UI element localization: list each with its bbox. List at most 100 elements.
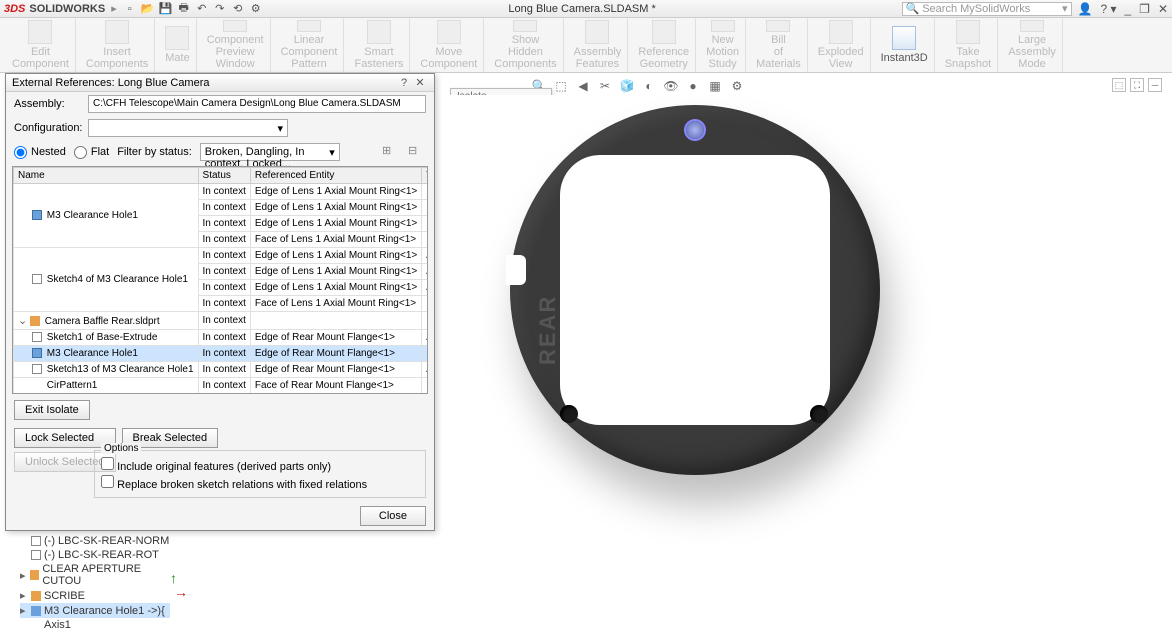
feature-tree-item[interactable]: Axis1 [20,618,170,632]
viewport-corner: ⬚ ⛶ － [1112,78,1162,92]
ribbon-reference-geometry[interactable]: ReferenceGeometry [632,18,696,72]
table-row[interactable]: Sketch13 of M3 Clearance Hole1In context… [14,362,429,378]
options-legend: Options [101,443,141,454]
ribbon-insert-components[interactable]: InsertComponents [80,18,155,72]
table-row[interactable]: Sketch4 of M3 Clearance Hole1In contextE… [14,248,429,264]
feature-tree-item[interactable]: (-) LBC-SK-REAR-ROT [20,548,170,562]
save-icon[interactable]: 💾 [159,2,173,16]
chevron-down-icon: ▾ [277,122,283,134]
ribbon-linear-component-pattern[interactable]: LinearComponentPattern [275,18,345,72]
dialog-help-icon[interactable]: ? [396,77,412,89]
dialog-close-icon[interactable]: ✕ [412,76,428,89]
ribbon-new-motion-study[interactable]: NewMotionStudy [700,18,746,72]
col-referenced-entity[interactable]: Referenced Entity [250,168,421,184]
col-name[interactable]: Name [14,168,199,184]
include-original-checkbox[interactable] [101,457,114,470]
view-settings-icon[interactable]: ⚙ [728,78,746,94]
collapse-all-icon[interactable]: ⊟ [408,144,426,160]
feature-tree-item[interactable]: (-) LBC-SK-REAR-NORM [20,534,170,548]
ribbon-take-snapshot[interactable]: TakeSnapshot [939,18,998,72]
quick-access-toolbar: ▫ 📂 💾 🖶 ↶ ↷ ⟲ ⚙ [123,2,263,16]
rear-text-engraving: REAR [535,295,561,365]
search-field[interactable]: 🔍 Search MySolidWorks ▾ [902,2,1072,16]
table-row[interactable]: CirPattern1In contextFace of Rear Mount … [14,378,429,394]
app-logo: 3DS [4,3,25,15]
ribbon-large-assembly-mode[interactable]: LargeAssemblyMode [1002,18,1063,72]
hole-bottom-right[interactable] [810,405,828,423]
options-icon[interactable]: ⚙ [249,2,263,16]
ribbon-component-preview-window[interactable]: ComponentPreviewWindow [201,18,271,72]
expand-all-icon[interactable]: ⊞ [382,144,400,160]
replace-broken-checkbox[interactable] [101,475,114,488]
recent-dropdown[interactable]: ▸ [111,2,117,15]
open-icon[interactable]: 📂 [141,2,155,16]
command-ribbon: EditComponentInsertComponentsMateCompone… [0,18,1172,73]
exit-isolate-button[interactable]: Exit Isolate [14,400,90,420]
selected-hole[interactable] [686,121,704,139]
user-icon[interactable]: 👤 [1078,2,1093,16]
ribbon-bill-of-materials[interactable]: BillofMaterials [750,18,808,72]
search-icon: 🔍 [906,2,920,15]
ribbon-instant3d[interactable]: Instant3D [875,18,935,72]
ribbon-exploded-view[interactable]: ExplodedView [812,18,871,72]
external-references-dialog: External References: Long Blue Camera ? … [5,73,435,531]
full-screen-icon[interactable]: ⛶ [1130,78,1144,92]
section-icon[interactable]: ✂ [596,78,614,94]
table-row[interactable]: M3 Clearance Hole1In contextEdge of Lens… [14,184,429,200]
assembly-label: Assembly: [14,98,84,110]
feature-tree-item[interactable]: ▸CLEAR APERTURE CUTOU [20,562,170,588]
table-row[interactable]: Sketch1 of Base-ExtrudeIn contextEdge of… [14,330,429,346]
collapse-icon[interactable]: － [1148,78,1162,92]
table-row[interactable]: ⌄ Camera Baffle Rear.sldprtIn context [14,312,429,330]
dialog-title: External References: Long Blue Camera [12,77,396,89]
col-status[interactable]: Status [198,168,250,184]
prev-view-icon[interactable]: ◀ [574,78,592,94]
document-title: Long Blue Camera.SLDASM * [263,3,902,15]
close-dialog-button[interactable]: Close [360,506,426,526]
flat-radio[interactable] [74,146,87,159]
close-app-icon[interactable]: ✕ [1158,2,1168,16]
part-model[interactable]: REAR [510,105,880,475]
ribbon-move-component[interactable]: MoveComponent [414,18,484,72]
table-row[interactable]: ⌄ Fold Mirror No2 Pad.sldprtIn context [14,394,429,395]
scene-icon[interactable]: ▦ [706,78,724,94]
viewport-3d[interactable]: REAR [440,95,1160,605]
table-row[interactable]: M3 Clearance Hole1In contextEdge of Rear… [14,346,429,362]
print-icon[interactable]: 🖶 [177,2,191,16]
minimize-icon[interactable]: _ [1124,2,1131,16]
restore-icon[interactable]: ❐ [1139,2,1150,16]
undo-icon[interactable]: ↶ [195,2,209,16]
view-orient-icon[interactable]: 🧊 [618,78,636,94]
hide-show-icon[interactable]: 👁 [662,78,680,94]
search-dropdown-icon[interactable]: ▾ [1062,2,1068,15]
rebuild-icon[interactable]: ⟲ [231,2,245,16]
references-table: Name Status Referenced Entity Type M3 Cl… [12,166,428,394]
ribbon-smart-fasteners[interactable]: SmartFasteners [348,18,410,72]
feature-tree-item[interactable]: ▸SCRIBE [20,588,170,603]
ribbon-show-hidden-components[interactable]: ShowHiddenComponents [488,18,563,72]
help-icon[interactable]: ? ▾ [1100,2,1116,16]
appearance-icon[interactable]: ● [684,78,702,94]
feature-tree: (-) LBC-SK-REAR-NORM(-) LBC-SK-REAR-ROT▸… [20,534,170,632]
ribbon-edit-component[interactable]: EditComponent [6,18,76,72]
viewport-toolbar: 🔍 ⬚ ◀ ✂ 🧊 ◐ 👁 ● ▦ ⚙ [530,78,746,94]
assembly-path-field[interactable]: C:\CFH Telescope\Main Camera Design\Long… [88,95,426,113]
zoom-area-icon[interactable]: ⬚ [552,78,570,94]
configuration-label: Configuration: [14,122,84,134]
ribbon-mate[interactable]: Mate [159,18,196,72]
link-views-icon[interactable]: ⬚ [1112,78,1126,92]
display-style-icon[interactable]: ◐ [640,78,658,94]
col-type[interactable]: Type [422,168,428,184]
nested-radio[interactable] [14,146,27,159]
filter-label: Filter by status: [117,146,192,158]
filter-status-dropdown[interactable]: Broken, Dangling, In context, Locked...▾ [200,143,340,161]
redo-icon[interactable]: ↷ [213,2,227,16]
chevron-down-icon: ▾ [329,146,335,158]
hole-bottom-left[interactable] [560,405,578,423]
new-icon[interactable]: ▫ [123,2,137,16]
ribbon-assembly-features[interactable]: AssemblyFeatures [568,18,629,72]
app-name: SOLIDWORKS [29,3,105,15]
configuration-dropdown[interactable]: ▾ [88,119,288,137]
notch-feature [506,255,526,285]
title-bar: 3DS SOLIDWORKS ▸ ▫ 📂 💾 🖶 ↶ ↷ ⟲ ⚙ Long Bl… [0,0,1172,18]
